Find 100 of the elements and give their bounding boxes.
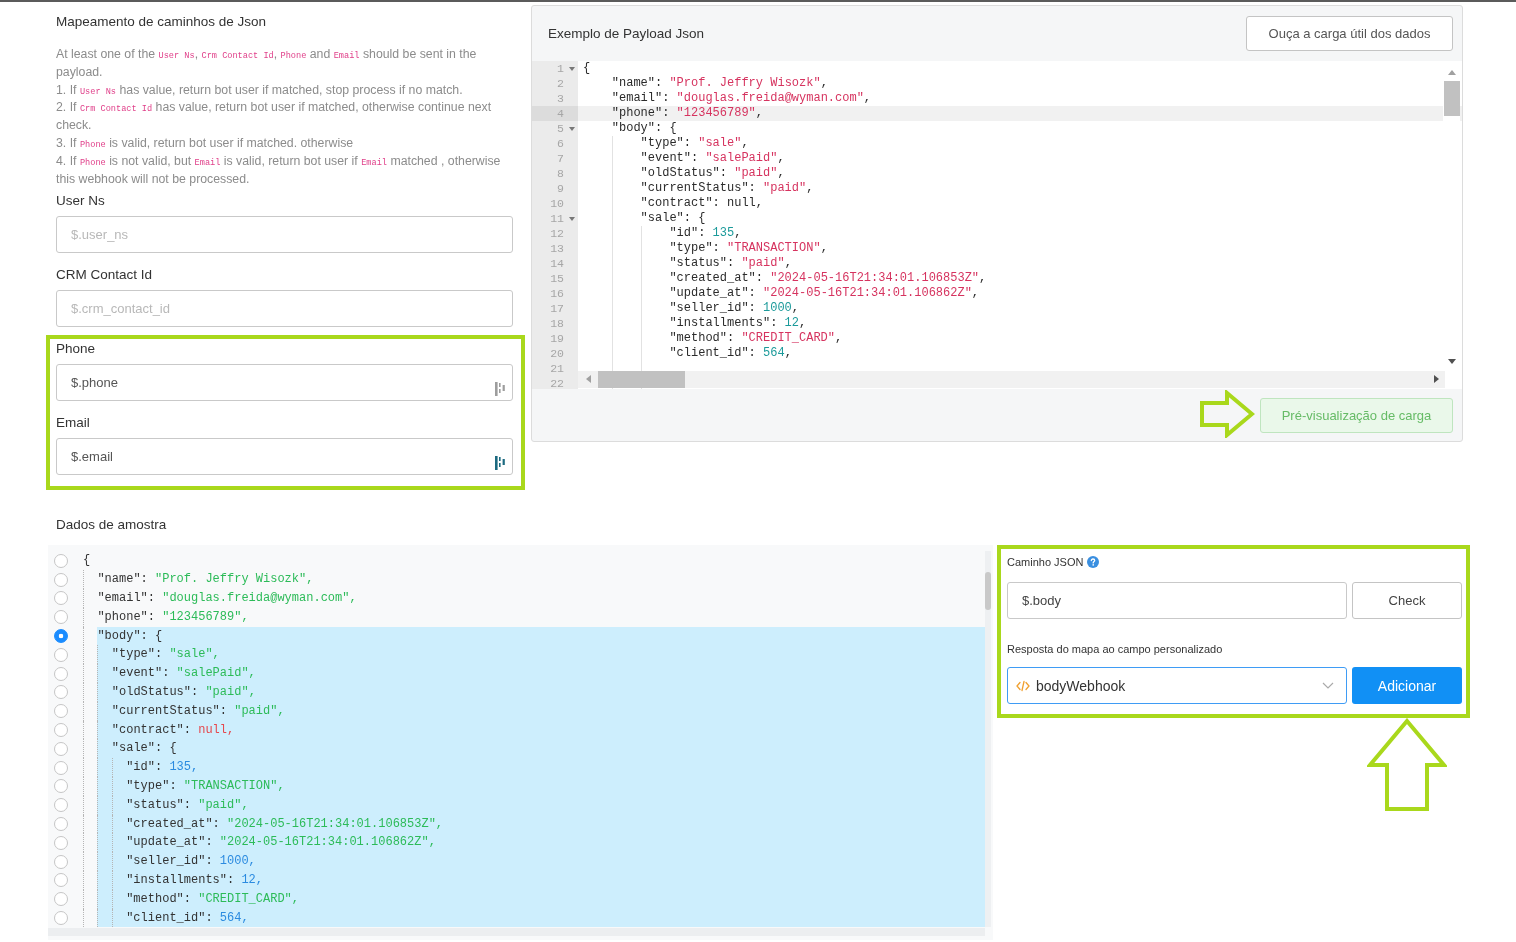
- input-field[interactable]: $.phone: [56, 364, 513, 402]
- json-line: "id": 135,: [126, 759, 199, 777]
- radio-button[interactable]: [54, 572, 68, 587]
- line-number: 8: [556, 166, 564, 181]
- line-number: 10: [549, 196, 564, 211]
- input-field[interactable]: $.body: [1007, 582, 1347, 620]
- input-field[interactable]: $.user_ns: [56, 216, 513, 254]
- line-number: 13: [549, 241, 564, 256]
- code-line: "contract": null,: [640, 196, 764, 211]
- radio-button[interactable]: [54, 647, 68, 662]
- bracket-icon[interactable]: [495, 382, 505, 397]
- radio-button[interactable]: [54, 628, 68, 643]
- radio-button[interactable]: [54, 666, 68, 681]
- radio-button[interactable]: [54, 854, 68, 869]
- line-number: 3: [556, 91, 564, 106]
- arrow-up-icon[interactable]: [1448, 70, 1456, 75]
- chevron-down-icon[interactable]: [1322, 682, 1334, 690]
- radio-button[interactable]: [54, 760, 68, 775]
- field-label: CRM Contact Id: [56, 266, 154, 285]
- field-label: Phone: [56, 340, 97, 359]
- line-number: 11: [549, 211, 564, 226]
- horizontal-scrollbar[interactable]: [578, 371, 1445, 388]
- radio-button[interactable]: [54, 910, 68, 925]
- line-number: 5: [556, 121, 564, 136]
- json-line: "installments": 12,: [126, 871, 263, 889]
- arrow-right-icon[interactable]: [1434, 375, 1439, 383]
- check-button[interactable]: Check: [1352, 582, 1462, 620]
- code-line: "currentStatus": "paid",: [640, 181, 814, 196]
- code-line: "method": "CREDIT_CARD",: [669, 331, 843, 346]
- code-line: "oldStatus": "paid",: [640, 166, 785, 181]
- horizontal-scrollbar[interactable]: [48, 928, 985, 937]
- radio-button[interactable]: [54, 704, 68, 719]
- radio-button[interactable]: [54, 873, 68, 888]
- json-line: "currentStatus": "paid",: [111, 702, 285, 720]
- fold-arrow-icon[interactable]: [569, 216, 575, 221]
- input-field[interactable]: $.crm_contact_id: [56, 290, 513, 328]
- radio-button[interactable]: [54, 722, 68, 737]
- radio-button[interactable]: [54, 741, 68, 756]
- radio-button[interactable]: [54, 798, 68, 813]
- arrow-left-icon[interactable]: [586, 375, 591, 383]
- fold-arrow-icon[interactable]: [569, 66, 575, 71]
- radio-button[interactable]: [54, 892, 68, 907]
- json-line: "method": "CREDIT_CARD",: [126, 890, 299, 908]
- code-line: "phone": "123456789",: [611, 106, 764, 121]
- code-line: "name": "Prof. Jeffry Wisozk",: [611, 76, 828, 91]
- help-text: At least one of the User Ns, Crm Contact Id, Phone and Email should be sent in the payload.: [56, 46, 478, 81]
- arrow-down-icon[interactable]: [1448, 359, 1456, 364]
- code-line: "installments": 12,: [669, 316, 807, 331]
- help-text: 3. If Phone is valid, return bot user if matched. otherwise: [56, 135, 355, 152]
- section-title: Mapeamento de caminhos de Json: [56, 13, 268, 31]
- line-number: 18: [549, 316, 564, 331]
- code-line: "created_at": "2024-05-16T21:34:01.106853Z",: [669, 271, 987, 286]
- line-number: 2: [556, 76, 564, 91]
- code-line: "seller_id": 1000,: [669, 301, 800, 316]
- json-line: "client_id": 564,: [126, 909, 249, 927]
- scrollbar-thumb[interactable]: [1444, 81, 1460, 116]
- radio-button[interactable]: [54, 816, 68, 831]
- json-line: "sale": {: [111, 740, 177, 758]
- vertical-scrollbar[interactable]: [985, 551, 991, 928]
- panel-title: Exemplo de Payload Json: [548, 26, 705, 41]
- line-number: 15: [549, 271, 564, 286]
- listen-button[interactable]: Ouça a carga útil dos dados: [1246, 16, 1453, 51]
- line-number: 1: [556, 61, 564, 76]
- line-number: 12: [549, 226, 564, 241]
- field-label: Resposta do mapa ao campo personalizado: [1007, 642, 1224, 657]
- scrollbar-thumb[interactable]: [985, 572, 991, 611]
- scrollbar-thumb[interactable]: [598, 371, 685, 388]
- radio-button[interactable]: [54, 685, 68, 700]
- fold-arrow-icon[interactable]: [569, 126, 575, 131]
- code-line: "type": "sale",: [640, 136, 749, 151]
- code-line: "body": {: [611, 121, 677, 136]
- line-number: 7: [556, 151, 564, 166]
- radio-button[interactable]: [54, 553, 68, 568]
- line-number: 9: [556, 181, 564, 196]
- field-label: Caminho JSON: [1007, 555, 1084, 570]
- input-field[interactable]: $.email: [56, 438, 513, 476]
- help-text: 2. If Crm Contact Id has value, return bot user if matched, otherwise continue next check.: [56, 99, 493, 135]
- code-line: "id": 135,: [669, 226, 742, 241]
- json-line: "type": "sale",: [111, 646, 220, 664]
- code-line: "client_id": 564,: [669, 346, 792, 361]
- help-text: 4. If Phone is not valid, but Email is valid, return bot user if Email matched , otherwise this webhook will not be processed.: [56, 152, 502, 188]
- radio-button[interactable]: [54, 779, 68, 794]
- help-text: 1. If User Ns has value, return bot user if matched, stop process if no match.: [56, 81, 464, 99]
- json-line: "oldStatus": "paid",: [111, 683, 256, 701]
- bracket-icon[interactable]: [495, 456, 505, 471]
- code-line: "status": "paid",: [669, 256, 792, 271]
- json-line: "event": "salePaid",: [111, 665, 256, 683]
- radio-button[interactable]: [54, 591, 68, 606]
- code-icon: [1016, 679, 1030, 692]
- help-icon[interactable]: [1087, 556, 1100, 569]
- code-line: "email": "douglas.freida@wyman.com",: [611, 91, 872, 106]
- code-line: "update_at": "2024-05-16T21:34:01.106862Z",: [669, 286, 980, 301]
- line-number: 16: [549, 286, 564, 301]
- field-label: User Ns: [56, 192, 106, 211]
- line-number: 19: [549, 331, 564, 346]
- json-line: "name": "Prof. Jeffry Wisozk",: [97, 571, 314, 589]
- radio-button[interactable]: [54, 610, 68, 625]
- line-number: 22: [549, 376, 564, 389]
- dropdown[interactable]: bodyWebhook: [1007, 667, 1347, 705]
- radio-button[interactable]: [54, 835, 68, 850]
